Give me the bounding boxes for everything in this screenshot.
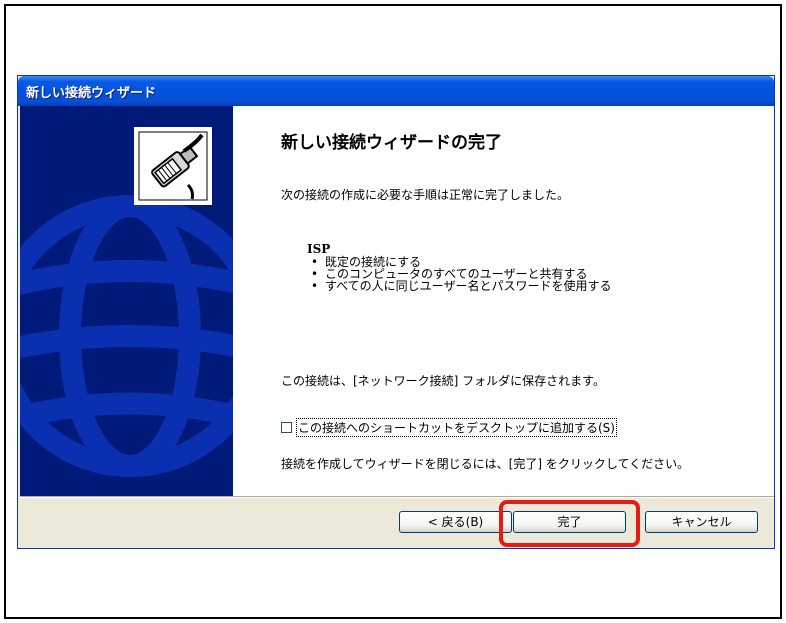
shortcut-checkbox[interactable] <box>281 422 292 433</box>
finish-button-highlight <box>499 500 640 547</box>
list-item: すべての人に同じユーザー名とパスワードを使用する <box>311 280 611 292</box>
save-location-note: この接続は、[ネットワーク接続] フォルダに保存されます。 <box>281 374 605 388</box>
back-button[interactable]: < 戻る(B) <box>399 511 512 533</box>
title-bar[interactable]: 新しい接続ウィザード <box>18 76 774 106</box>
network-cable-icon <box>134 127 212 205</box>
footer-divider <box>20 496 774 498</box>
connection-name: ISP <box>307 242 331 256</box>
window-title: 新しい接続ウィザード <box>26 86 157 101</box>
shortcut-checkbox-label[interactable]: この接続へのショートカットをデスクトップに追加する(S) <box>296 418 617 437</box>
globe-graphic <box>20 195 233 477</box>
wizard-content: 新しい接続ウィザードの完了 次の接続の作成に必要な手順は正常に完了しました。 I… <box>233 106 774 496</box>
connection-details-list: 既定の接続にする このコンピュータのすべてのユーザーと共有する すべての人に同じ… <box>311 256 611 292</box>
finish-instruction: 接続を作成してウィザードを閉じるには、[完了] をクリックしてください。 <box>281 457 690 471</box>
shortcut-option[interactable]: この接続へのショートカットをデスクトップに追加する(S) <box>281 418 617 437</box>
cancel-button[interactable]: キャンセル <box>645 511 758 533</box>
wizard-heading: 新しい接続ウィザードの完了 <box>281 133 502 153</box>
completion-message: 次の接続の作成に必要な手順は正常に完了しました。 <box>281 188 570 202</box>
new-connection-wizard-dialog: 新しい接続ウィザード 新しい接続ウィザードの完了 次の接続の作成に必要な手順は正… <box>17 75 775 549</box>
wizard-side-panel <box>20 106 233 496</box>
